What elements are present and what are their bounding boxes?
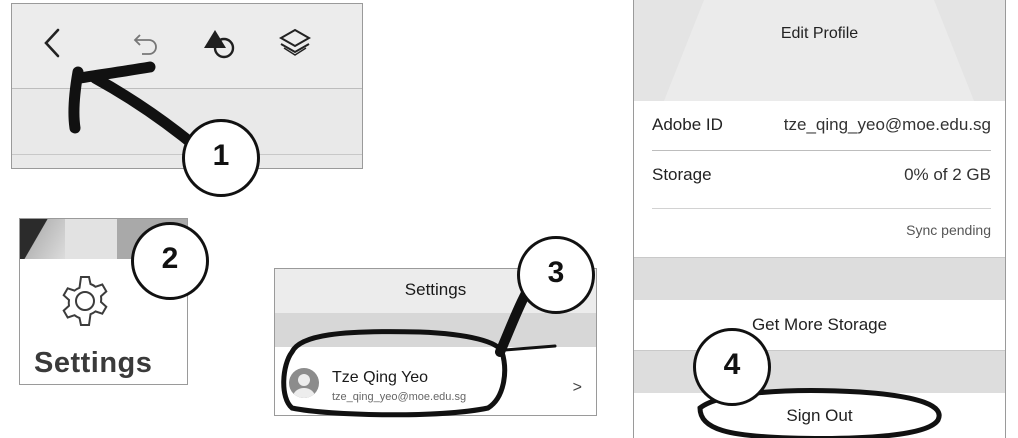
get-more-storage-label: Get More Storage <box>751 315 888 334</box>
layers-icon[interactable] <box>278 26 312 60</box>
step-number: 4 <box>723 348 741 381</box>
shape-shapes-icon[interactable] <box>202 26 236 60</box>
step-number: 3 <box>547 256 565 289</box>
get-more-storage-button[interactable]: Get More Storage <box>634 300 1005 350</box>
profile-header: Edit Profile <box>634 0 1005 101</box>
edit-profile-link[interactable]: Edit Profile <box>634 25 1005 43</box>
step-marker-1: 1 <box>182 119 260 197</box>
storage-value: 0% of 2 GB <box>904 165 991 184</box>
storage-row: Storage 0% of 2 GB <box>634 151 1005 201</box>
step-number: 2 <box>161 242 179 275</box>
step-number: 1 <box>212 139 230 172</box>
user-account-row[interactable]: Tze Qing Yeo tze_qing_yeo@moe.edu.sg > <box>275 347 596 415</box>
chevron-right-icon: > <box>572 379 582 396</box>
step-marker-4: 4 <box>693 328 771 406</box>
storage-label: Storage <box>652 165 712 184</box>
adobe-id-value: tze_qing_yeo@moe.edu.sg <box>783 115 991 134</box>
user-name: Tze Qing Yeo <box>332 369 429 386</box>
step-marker-3: 3 <box>517 236 595 314</box>
user-email: tze_qing_yeo@moe.edu.sg <box>332 391 467 403</box>
sign-out-label: Sign Out <box>786 406 853 425</box>
section-gap <box>634 350 1005 394</box>
adobe-id-row: Adobe ID tze_qing_yeo@moe.edu.sg <box>634 101 1005 151</box>
section-gap <box>634 257 1005 301</box>
section-gap <box>275 313 596 347</box>
avatar <box>289 368 319 398</box>
step-marker-2: 2 <box>131 222 209 300</box>
sign-out-button[interactable]: Sign Out <box>634 393 1005 438</box>
gear-icon[interactable] <box>57 273 113 329</box>
profile-panel: Edit Profile Adobe ID tze_qing_yeo@moe.e… <box>633 0 1006 438</box>
toolbar <box>12 4 362 89</box>
adobe-id-label: Adobe ID <box>652 115 723 134</box>
settings-label[interactable]: Settings <box>34 347 152 380</box>
back-chevron-icon[interactable] <box>38 26 72 60</box>
sync-status: Sync pending <box>906 222 991 238</box>
storage-progress-track <box>652 208 991 209</box>
undo-icon[interactable] <box>130 26 164 60</box>
